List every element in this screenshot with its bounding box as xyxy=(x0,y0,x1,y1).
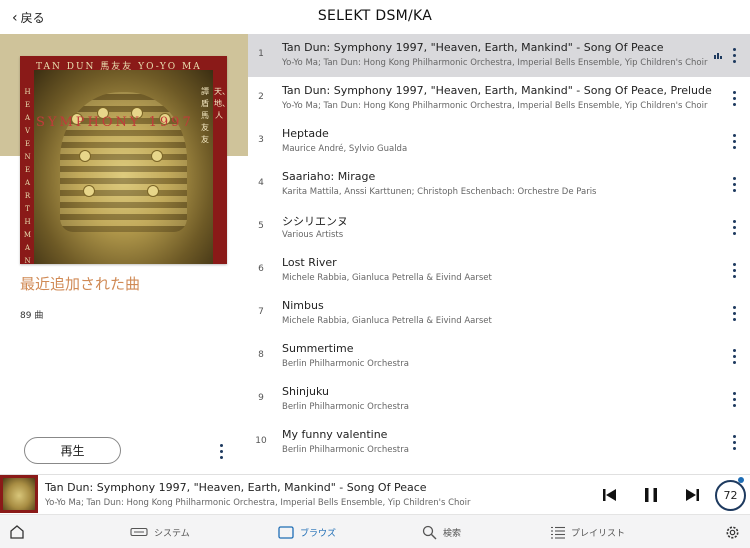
pause-icon[interactable] xyxy=(641,485,661,505)
album-art-title-text: SYMPHONY 1997 xyxy=(36,115,194,130)
track-title: Tan Dun: Symphony 1997, "Heaven, Earth, … xyxy=(282,84,712,97)
now-playing-equalizer-icon xyxy=(714,53,722,59)
track-row[interactable]: 3 Heptade Maurice André, Sylvio Gualda xyxy=(248,120,750,163)
track-artist: Yo-Yo Ma; Tan Dun: Hong Kong Philharmoni… xyxy=(282,101,708,111)
track-more-icon[interactable] xyxy=(727,345,741,367)
track-number: 2 xyxy=(258,92,264,102)
track-title: Lost River xyxy=(282,256,337,269)
tab-search-label: 検索 xyxy=(443,528,462,539)
play-button[interactable]: 再生 xyxy=(24,437,121,464)
track-more-icon[interactable] xyxy=(727,44,741,66)
album-art-bump xyxy=(84,186,94,196)
track-title: Shinjuku xyxy=(282,385,330,398)
track-more-icon[interactable] xyxy=(727,302,741,324)
home-icon[interactable] xyxy=(9,515,25,548)
track-row[interactable]: 1 Tan Dun: Symphony 1997, "Heaven, Earth,… xyxy=(248,34,750,77)
track-more-icon[interactable] xyxy=(727,173,741,195)
track-list[interactable]: 1 Tan Dun: Symphony 1997, "Heaven, Earth,… xyxy=(248,34,750,474)
playlist-name: 最近追加された曲 xyxy=(20,275,141,293)
track-artist: Maurice André, Sylvio Gualda xyxy=(282,144,408,154)
tab-search[interactable]: 検索 xyxy=(422,515,461,548)
track-artist: Berlin Philharmonic Orchestra xyxy=(282,402,409,412)
playlist-info-panel: TAN DUN 馬友友 YO-YO MA SYMPHONY 1997 HEAVE… xyxy=(0,34,248,474)
track-row[interactable]: 7 Nimbus Michele Rabbia, Gianluca Petrella… xyxy=(248,292,750,335)
album-art-right-text-b: 天、地、人 xyxy=(214,87,227,120)
track-row[interactable]: 4 Saariaho: Mirage Karita Mattila, Anssi K… xyxy=(248,163,750,206)
track-number: 1 xyxy=(258,49,264,59)
track-more-icon[interactable] xyxy=(727,130,741,152)
track-artist: Yo-Yo Ma; Tan Dun: Hong Kong Philharmoni… xyxy=(282,58,708,68)
track-more-icon[interactable] xyxy=(727,216,741,238)
track-row[interactable]: 8 Summertime Berlin Philharmonic Orchestra xyxy=(248,335,750,378)
track-row[interactable]: 10 My funny valentine Berlin Philharmonic … xyxy=(248,421,750,464)
track-title: My funny valentine xyxy=(282,428,388,441)
track-number: 5 xyxy=(258,221,264,231)
volume-indicator-dot xyxy=(738,477,744,483)
track-row[interactable]: 9 Shinjuku Berlin Philharmonic Orchestra xyxy=(248,378,750,421)
album-art-bump xyxy=(152,151,162,161)
track-row[interactable]: 5 シシリエンヌ Various Artists xyxy=(248,206,750,249)
track-title: Heptade xyxy=(282,127,329,140)
track-more-icon[interactable] xyxy=(727,87,741,109)
track-number: 3 xyxy=(258,135,264,145)
playlist-more-icon[interactable] xyxy=(214,440,228,462)
album-art-left-text: HEAVEN EARTH MANKIND xyxy=(23,88,32,264)
track-title: Nimbus xyxy=(282,299,324,312)
tab-playlist-label: プレイリスト xyxy=(571,528,626,539)
previous-track-icon[interactable] xyxy=(600,485,620,505)
track-count: 89 曲 xyxy=(20,311,44,321)
tab-browse-label: ブラウズ xyxy=(300,528,337,539)
track-row[interactable]: 6 Lost River Michele Rabbia, Gianluca Petr… xyxy=(248,249,750,292)
track-title: Summertime xyxy=(282,342,354,355)
now-playing-artist: Yo-Yo Ma; Tan Dun: Hong Kong Philharmoni… xyxy=(45,498,471,508)
album-art-top-text: TAN DUN 馬友友 YO-YO MA xyxy=(36,62,202,72)
track-number: 6 xyxy=(258,264,264,274)
tab-system[interactable]: システム xyxy=(130,515,190,548)
track-artist: Berlin Philharmonic Orchestra xyxy=(282,359,409,369)
album-art-bell xyxy=(60,92,187,232)
track-title: Tan Dun: Symphony 1997, "Heaven, Earth, … xyxy=(282,41,664,54)
now-playing-bar: Tan Dun: Symphony 1997, "Heaven, Earth, … xyxy=(0,474,750,516)
track-more-icon[interactable] xyxy=(727,259,741,281)
album-art-bump xyxy=(80,151,90,161)
album-art-right-text-a: 譚盾馬友友 xyxy=(201,87,209,144)
track-number: 9 xyxy=(258,393,264,403)
now-playing-title[interactable]: Tan Dun: Symphony 1997, "Heaven, Earth, … xyxy=(45,481,427,494)
track-number: 7 xyxy=(258,307,264,317)
top-bar: ‹ 戻る SELEKT DSM/KA xyxy=(0,0,750,34)
track-title: Saariaho: Mirage xyxy=(282,170,376,183)
track-more-icon[interactable] xyxy=(727,388,741,410)
list-icon xyxy=(551,526,565,539)
album-art: TAN DUN 馬友友 YO-YO MA SYMPHONY 1997 HEAVE… xyxy=(20,56,227,264)
track-artist: Various Artists xyxy=(282,230,344,240)
track-artist: Michele Rabbia, Gianluca Petrella & Eivi… xyxy=(282,316,492,326)
track-number: 10 xyxy=(255,436,267,446)
tab-playlist[interactable]: プレイリスト xyxy=(551,515,625,548)
next-track-icon[interactable] xyxy=(682,485,702,505)
album-art-bump xyxy=(148,186,158,196)
track-title: シシリエンヌ xyxy=(282,215,348,228)
gear-icon[interactable] xyxy=(724,515,741,548)
search-icon xyxy=(422,525,437,540)
track-artist: Michele Rabbia, Gianluca Petrella & Eivi… xyxy=(282,273,492,283)
track-more-icon[interactable] xyxy=(727,431,741,453)
tab-browse[interactable]: ブラウズ xyxy=(278,515,336,548)
tab-system-label: システム xyxy=(154,528,190,539)
now-playing-artwork[interactable] xyxy=(0,475,38,513)
tab-bar: システム ブラウズ 検索 プレイリスト xyxy=(0,514,750,548)
page-title: SELEKT DSM/KA xyxy=(317,8,433,24)
track-artist: Berlin Philharmonic Orchestra xyxy=(282,445,409,455)
track-number: 4 xyxy=(258,178,264,188)
speaker-system-icon xyxy=(130,527,148,537)
track-row[interactable]: 2 Tan Dun: Symphony 1997, "Heaven, Earth,… xyxy=(248,77,750,120)
track-number: 8 xyxy=(258,350,264,360)
volume-button[interactable]: 72 xyxy=(715,480,746,511)
track-artist: Karita Mattila, Anssi Karttunen; Christo… xyxy=(282,187,597,197)
folder-icon xyxy=(278,525,294,539)
